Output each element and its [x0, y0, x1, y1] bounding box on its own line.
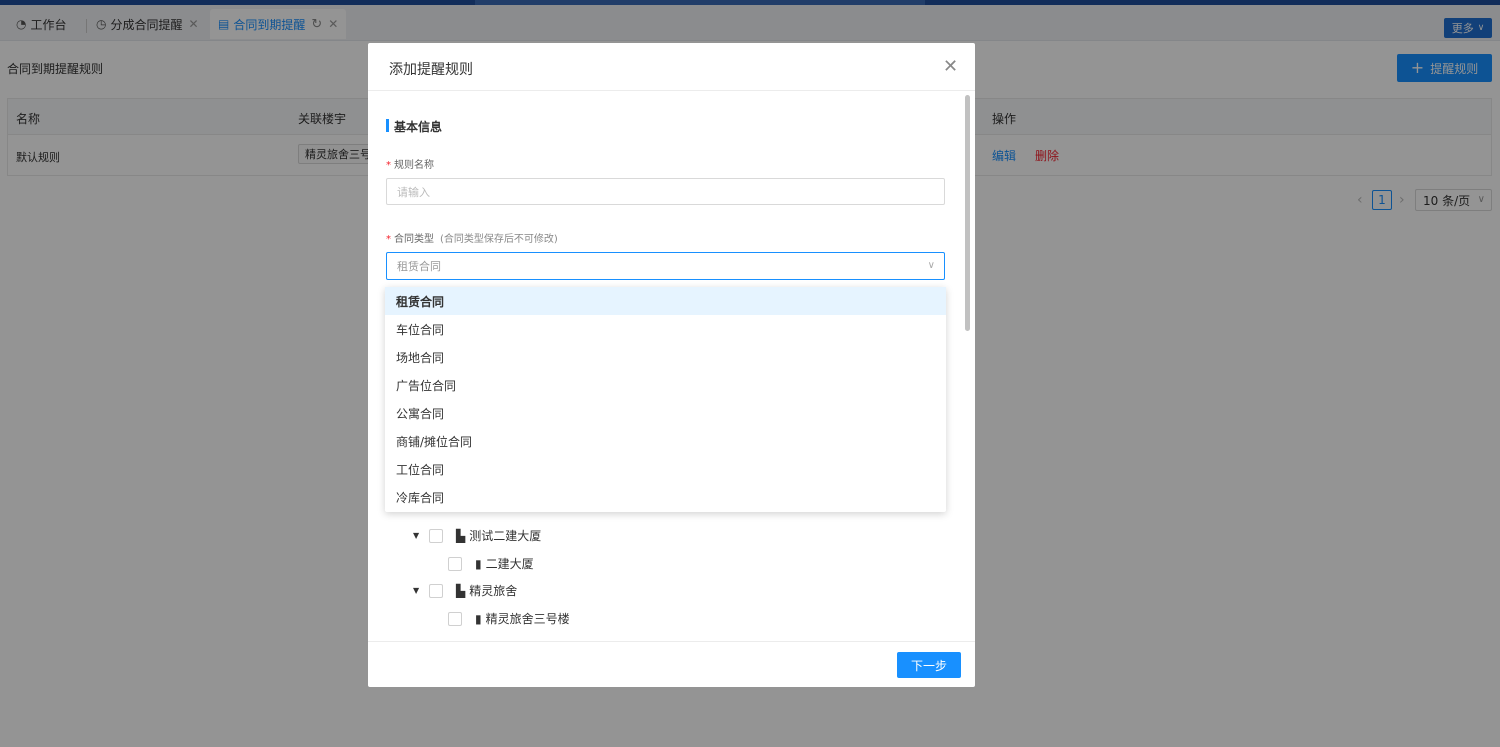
- option-ad-space-contract[interactable]: 广告位合同: [385, 371, 946, 399]
- option-lease-contract[interactable]: 租赁合同: [385, 287, 946, 315]
- section-accent-bar: [386, 119, 389, 132]
- tree-checkbox[interactable]: [429, 528, 443, 543]
- tree-node-elf-hostel[interactable]: ▼ ▙ 精灵旅舍: [413, 582, 517, 599]
- tree-node-elf-hostel-3[interactable]: ▮ 精灵旅舍三号楼: [448, 610, 570, 627]
- modal-scrollbar[interactable]: [965, 95, 970, 331]
- building-group-icon: ▙: [456, 583, 466, 598]
- caret-down-icon[interactable]: ▼: [413, 531, 423, 540]
- required-marker: *: [386, 234, 391, 245]
- section-title: 基本信息: [394, 120, 443, 134]
- building-icon: ▮: [475, 611, 482, 626]
- tree-node-label: 测试二建大厦: [469, 529, 542, 543]
- option-apartment-contract[interactable]: 公寓合同: [385, 399, 946, 427]
- tree-node-label: 二建大厦: [485, 557, 534, 571]
- building-icon: ▮: [475, 556, 482, 571]
- rule-name-label: * 规则名称: [386, 156, 434, 171]
- chevron-down-icon: ∨: [927, 260, 935, 271]
- next-step-button[interactable]: 下一步: [897, 652, 961, 678]
- tree-node-label: 精灵旅舍: [469, 584, 518, 598]
- contract-type-dropdown: 租赁合同 车位合同 场地合同 广告位合同 公寓合同 商铺/摊位合同 工位合同 冷…: [385, 287, 946, 512]
- rule-name-input[interactable]: 请输入: [386, 178, 945, 205]
- close-icon[interactable]: ✕: [943, 58, 958, 76]
- contract-type-label-text: 合同类型: [394, 234, 434, 245]
- rule-name-placeholder: 请输入: [397, 185, 430, 199]
- required-marker: *: [386, 160, 391, 171]
- tree-node-erjian-building[interactable]: ▮ 二建大厦: [448, 555, 534, 572]
- building-group-icon: ▙: [456, 528, 466, 543]
- tree-checkbox[interactable]: [429, 583, 443, 598]
- modal-header: 添加提醒规则 ✕: [368, 43, 975, 91]
- caret-down-icon[interactable]: ▼: [413, 586, 423, 595]
- tree-node-test-building[interactable]: ▼ ▙ 测试二建大厦: [413, 527, 541, 544]
- option-cold-storage-contract[interactable]: 冷库合同: [385, 483, 946, 511]
- contract-type-label: * 合同类型 (合同类型保存后不可修改): [386, 230, 558, 245]
- tree-node-label: 精灵旅舍三号楼: [485, 612, 570, 626]
- option-parking-contract[interactable]: 车位合同: [385, 315, 946, 343]
- rule-name-label-text: 规则名称: [394, 160, 434, 171]
- contract-type-select[interactable]: 租赁合同 ∨: [386, 252, 945, 280]
- modal-title: 添加提醒规则: [389, 62, 473, 78]
- tree-checkbox[interactable]: [448, 556, 462, 571]
- option-venue-contract[interactable]: 场地合同: [385, 343, 946, 371]
- contract-type-hint: (合同类型保存后不可修改): [440, 234, 558, 245]
- modal-footer: 下一步: [368, 641, 975, 687]
- tree-checkbox[interactable]: [448, 611, 462, 626]
- option-workstation-contract[interactable]: 工位合同: [385, 455, 946, 483]
- option-shop-stall-contract[interactable]: 商铺/摊位合同: [385, 427, 946, 455]
- contract-type-value: 租赁合同: [397, 260, 441, 273]
